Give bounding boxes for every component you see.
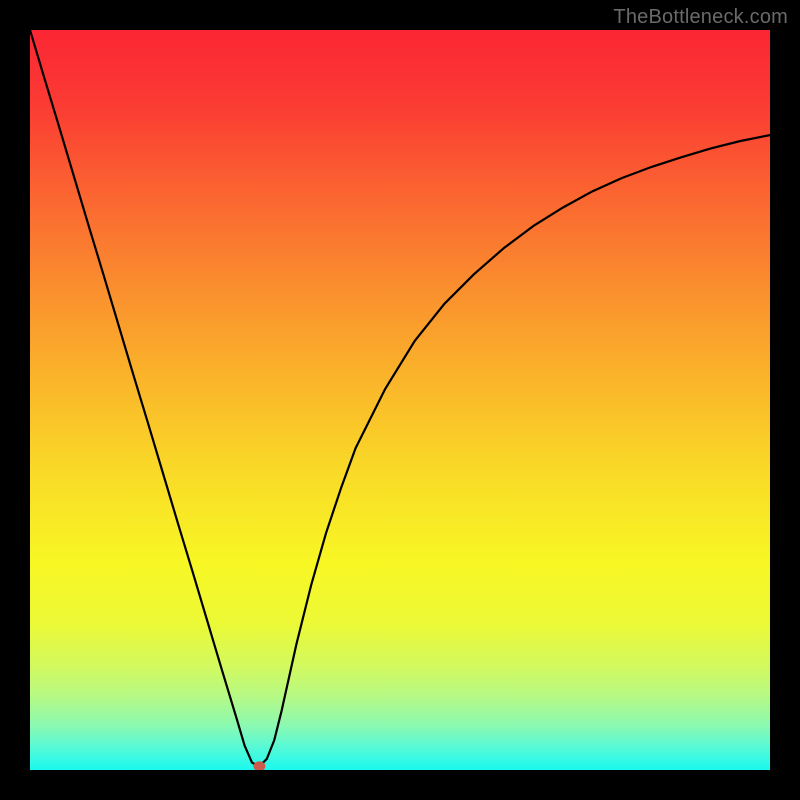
plot-svg <box>30 30 770 770</box>
watermark-text: TheBottleneck.com <box>613 6 788 29</box>
chart-frame: TheBottleneck.com <box>0 0 800 800</box>
plot-area <box>30 30 770 770</box>
